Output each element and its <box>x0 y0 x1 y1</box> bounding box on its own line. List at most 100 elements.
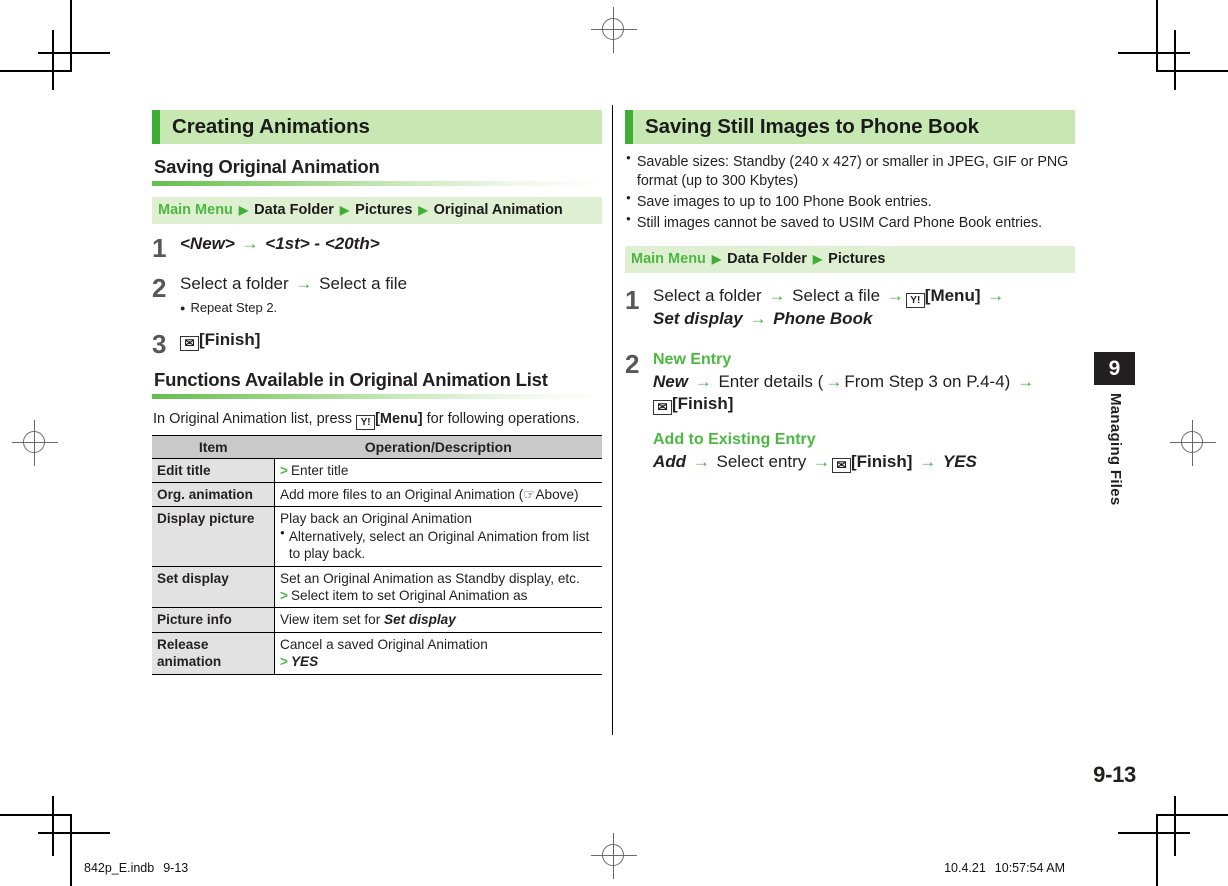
step-group-add-existing: Add to Existing Entry Add → Select entry… <box>653 429 1075 474</box>
step-term-range: <1st> - <20th> <box>265 234 380 254</box>
crop-mark-bl-h2 <box>38 832 110 834</box>
path-root: Main Menu <box>631 251 706 267</box>
crop-mark-bl-h <box>0 814 72 816</box>
footer-date: 10.4.21 <box>944 861 986 875</box>
crop-mark-tr-h2 <box>1118 52 1190 54</box>
step-term-yes: YES <box>942 451 977 471</box>
desc-term-set-display: Set display <box>384 612 456 628</box>
step-1: 1 Select a folder → Select a file → Y! [Me… <box>625 285 1075 330</box>
crop-mark-tr-v2 <box>1174 30 1176 90</box>
bullet-icon: ● <box>626 153 631 162</box>
path-root: Main Menu <box>158 202 233 218</box>
yahoo-menu-key-icon: Y! <box>356 414 376 430</box>
footer-time: 10:57:54 AM <box>994 861 1065 875</box>
group-label-new-entry: New Entry <box>653 350 732 368</box>
desc-line-1: Set an Original Animation as Standby dis… <box>280 570 580 586</box>
step-line-2: Set display → Phone Book <box>653 308 1075 330</box>
footer-right: 10.4.21 10:57:54 AM <box>944 861 1065 875</box>
step-3: 3 ✉ [Finish] <box>152 329 602 357</box>
registration-mark-left <box>12 420 58 466</box>
step-label-menu: [Menu] <box>924 286 981 306</box>
desc-text: Add more files to an Original Animation … <box>280 487 579 503</box>
bullet-text: Still images cannot be saved to USIM Car… <box>636 215 1043 231</box>
arrow-icon: → <box>692 451 710 471</box>
envelope-key-icon: ✉ <box>653 400 672 416</box>
crop-mark-br-h <box>1156 814 1228 816</box>
step-2: 2 New Entry New → Enter details (→ From S… <box>625 349 1075 474</box>
gt-marker-icon: > <box>280 462 288 478</box>
step-term-select-file: Select a file <box>319 274 408 294</box>
table-row: Set display Set an Original Animation as… <box>152 566 602 609</box>
step-text-select-entry: Select entry <box>716 451 807 471</box>
step-number: 3 <box>152 328 167 359</box>
step-body: <New> → <1st> - <20th> <box>180 233 602 261</box>
registration-mark-bottom <box>591 833 637 879</box>
chevron-right-icon: ▶ <box>711 252 722 267</box>
yahoo-menu-key-icon: Y! <box>905 293 925 309</box>
section-header-saving-still-images: Saving Still Images to Phone Book <box>625 110 1075 144</box>
group-content: Add → Select entry → ✉ [Finish] → YES <box>653 451 1075 473</box>
step-list-right: 1 Select a folder → Select a file → Y! [Me… <box>625 285 1075 473</box>
path-item-original-animation: Original Animation <box>433 202 563 218</box>
step-text-cross-ref: From Step 3 on P.4-4 <box>844 371 1005 391</box>
table-row: Release animation Cancel a saved Origina… <box>152 632 602 675</box>
gt-marker-icon: > <box>280 588 288 603</box>
table-cell-item: Set display <box>152 566 275 609</box>
bullet-list: ● Savable sizes: Standby (240 x 427) or … <box>626 153 1075 233</box>
step-2: 2 Select a folder → Select a file ● Repe… <box>152 273 602 317</box>
footer-page-ref: 9-13 <box>163 861 189 875</box>
left-column: Creating Animations Saving Original Anim… <box>152 110 602 675</box>
step-term-new: <New> <box>180 234 235 254</box>
step-term-add: Add <box>653 451 687 471</box>
section-accent-bar <box>152 110 160 144</box>
table-cell-description: > Enter title <box>274 458 602 484</box>
step-term-select-file: Select a file <box>792 286 881 306</box>
table-header-row: Item Operation/Description <box>152 434 602 459</box>
menu-path-pictures: Main Menu ▶ Data Folder ▶ Pictures <box>625 246 1075 274</box>
step-body: ✉ [Finish] <box>180 329 602 357</box>
column-divider <box>612 105 613 735</box>
functions-table: Item Operation/Description Edit title > E… <box>152 434 602 675</box>
menu-path-original-animation: Main Menu ▶ Data Folder ▶ Pictures ▶ Ori… <box>152 197 602 225</box>
table-cell-description: Cancel a saved Original Animation > YES <box>274 632 602 675</box>
bullet-text: Savable sizes: Standby (240 x 427) or sm… <box>636 154 1069 189</box>
footer-left: 842p_E.indb 9-13 <box>84 861 188 875</box>
chevron-right-icon: ▶ <box>812 252 823 267</box>
table-cell-description: View item set for Set display <box>274 607 602 633</box>
table-cell-description: Add more files to an Original Animation … <box>274 482 602 508</box>
table-row: Edit title > Enter title <box>152 458 602 484</box>
intro-menu-label: [Menu] <box>375 410 423 427</box>
section-title: Saving Still Images to Phone Book <box>645 115 979 138</box>
arrow-icon: → <box>241 234 259 254</box>
step-term-select-folder: Select a folder <box>653 286 762 306</box>
step-term-phone-book: Phone Book <box>773 309 873 329</box>
chapter-tab: 9 Managing Files <box>1094 352 1135 506</box>
step-label-finish: [Finish] <box>672 394 734 414</box>
step-note-text: Repeat Step 2. <box>190 299 278 315</box>
chapter-title: Managing Files <box>1107 393 1124 506</box>
crop-mark-tl-v <box>70 0 72 72</box>
crop-mark-bl-v <box>70 814 72 886</box>
crop-mark-tl-v2 <box>52 30 54 90</box>
table-cell-item: Picture info <box>152 607 275 633</box>
section-accent-bar <box>625 110 633 144</box>
envelope-key-icon: ✉ <box>832 457 852 473</box>
gt-marker-icon: > <box>280 654 288 670</box>
table-cell-item: Edit title <box>152 458 275 484</box>
chapter-number: 9 <box>1094 352 1135 385</box>
arrow-icon: → <box>749 309 767 329</box>
envelope-key-icon: ✉ <box>180 335 199 351</box>
crop-mark-br-v <box>1156 814 1158 886</box>
step-number: 1 <box>625 285 640 316</box>
bullet-icon: ● <box>626 193 631 202</box>
step-body: New Entry New → Enter details (→ From Ste… <box>653 349 1075 474</box>
table-row: Display picture Play back an Original An… <box>152 506 602 567</box>
desc-line-2: > Select item to set Original Animation a… <box>280 587 597 604</box>
step-term-set-display: Set display <box>653 309 743 329</box>
desc-text: View item set for <box>280 612 385 628</box>
arrow-icon: → <box>295 274 313 294</box>
desc-line-2: > YES <box>280 653 597 670</box>
list-item: ● Still images cannot be saved to USIM C… <box>626 214 1075 233</box>
arrow-icon: → <box>886 286 904 306</box>
footer-file-name: 842p_E.indb <box>84 861 155 875</box>
